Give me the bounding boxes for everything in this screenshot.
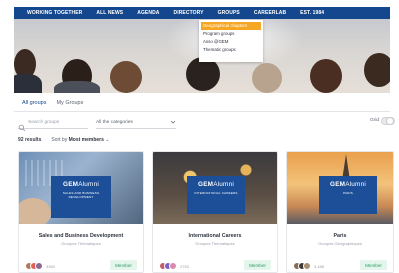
group-title: Sales and Business Development xyxy=(38,233,124,239)
gem-alumni-badge: GEMAlumni PARIS xyxy=(319,176,377,214)
member-avatars: 2763 xyxy=(159,262,189,270)
avatar xyxy=(169,262,177,270)
search-icon xyxy=(18,119,26,131)
avatar xyxy=(35,262,43,270)
top-navigation: WORKING TOGETHER ALL NEWS AGENDA DIRECTO… xyxy=(14,7,390,19)
hero-person-1-body xyxy=(14,74,42,93)
group-card-image: GEMAlumni INTERNATIONAL CAREERS xyxy=(153,152,277,224)
group-title: Paris xyxy=(333,233,347,239)
hero-person-3 xyxy=(110,61,142,93)
logo-main: GEM xyxy=(330,181,346,188)
menu-item-asso-gem[interactable]: Asso @GEM xyxy=(199,38,263,46)
hero-person-2-body xyxy=(54,81,100,93)
results-bar: 92 results Sort by Most members ⌄ xyxy=(18,137,109,143)
category-select-value: All the categories xyxy=(96,120,133,125)
group-card-image: GEMAlumni PARIS xyxy=(287,152,393,224)
logo-main: GEM xyxy=(63,181,79,188)
menu-item-geographical-chapters[interactable]: Geographical chapters xyxy=(201,22,261,30)
gem-alumni-logo: GEMAlumni xyxy=(51,176,111,188)
hero-person-7 xyxy=(364,53,390,87)
group-card-paris[interactable]: GEMAlumni PARIS Paris Groupes Géographiq… xyxy=(286,151,394,273)
search-placeholder: Search groups xyxy=(28,120,60,125)
nav-all-news[interactable]: ALL NEWS xyxy=(96,10,123,16)
groups-dropdown-menu: Geographical chapters Program groups Ass… xyxy=(199,20,263,62)
group-card-sales[interactable]: GEMAlumni SALES AND BUSINESS DEVELOPMENT… xyxy=(18,151,144,273)
results-count: 92 results xyxy=(18,137,42,143)
members-count: 3,188 xyxy=(314,263,325,269)
gem-alumni-logo: GEMAlumni xyxy=(187,176,245,188)
nav-groups[interactable]: GROUPS xyxy=(218,10,240,16)
hero-person-5 xyxy=(252,63,282,93)
nav-directory[interactable]: DIRECTORY xyxy=(174,10,204,16)
member-button[interactable]: Member xyxy=(360,260,387,270)
group-type: Groupes Géographiques xyxy=(318,241,362,246)
nav-agenda[interactable]: AGENDA xyxy=(137,10,159,16)
group-card-international-careers[interactable]: GEMAlumni INTERNATIONAL CAREERS Internat… xyxy=(152,151,278,273)
nav-est-1984[interactable]: EST. 1984 xyxy=(300,10,324,16)
sort-by-value: Most members xyxy=(68,137,104,143)
menu-item-program-groups[interactable]: Program groups xyxy=(199,30,263,38)
gem-alumni-logo: GEMAlumni xyxy=(319,176,377,188)
category-select[interactable]: All the categories xyxy=(96,117,176,129)
toggle-knob xyxy=(386,117,394,125)
badge-caption: SALES AND BUSINESS DEVELOPMENT xyxy=(62,191,100,199)
logo-sub: Alumni xyxy=(213,181,234,188)
tabs-divider xyxy=(14,111,390,112)
members-count: 2763 xyxy=(180,263,189,269)
members-count: 3350 xyxy=(46,263,55,269)
hero-person-4 xyxy=(186,57,220,91)
search-field[interactable]: Search groups xyxy=(18,117,88,131)
hand-decoration xyxy=(19,198,51,224)
nav-working-together[interactable]: WORKING TOGETHER xyxy=(27,10,82,16)
member-avatars: 3350 xyxy=(25,262,55,270)
grid-view-toggle[interactable] xyxy=(381,117,395,125)
gem-alumni-badge: GEMAlumni INTERNATIONAL CAREERS xyxy=(187,176,245,214)
chevron-down-icon: ⌄ xyxy=(105,137,110,143)
nav-careerlab[interactable]: CAREERLAB xyxy=(254,10,286,16)
chevron-down-icon xyxy=(170,120,176,126)
group-type: Groupes Thématiques xyxy=(61,241,101,246)
sort-by-control[interactable]: Sort by Most members ⌄ xyxy=(51,137,109,143)
group-title: International Careers xyxy=(188,233,242,239)
logo-sub: Alumni xyxy=(345,181,366,188)
menu-item-thematic-groups[interactable]: Thematic groups xyxy=(199,46,263,54)
group-type: Groupes Thématiques xyxy=(195,241,235,246)
avatar xyxy=(303,262,311,270)
logo-sub: Alumni xyxy=(78,181,99,188)
logo-main: GEM xyxy=(198,181,214,188)
member-button[interactable]: Member xyxy=(110,260,137,270)
member-avatars: 3,188 xyxy=(293,262,324,270)
member-button[interactable]: Member xyxy=(244,260,271,270)
gem-alumni-badge: GEMAlumni SALES AND BUSINESS DEVELOPMENT xyxy=(51,176,111,218)
badge-caption: PARIS xyxy=(343,191,353,195)
sort-by-label: Sort by xyxy=(51,137,68,143)
hero-person-6 xyxy=(310,59,342,93)
group-card-image: GEMAlumni SALES AND BUSINESS DEVELOPMENT xyxy=(19,152,143,224)
badge-caption: INTERNATIONAL CAREERS xyxy=(194,191,238,195)
grid-view-label: Grid xyxy=(370,118,380,123)
